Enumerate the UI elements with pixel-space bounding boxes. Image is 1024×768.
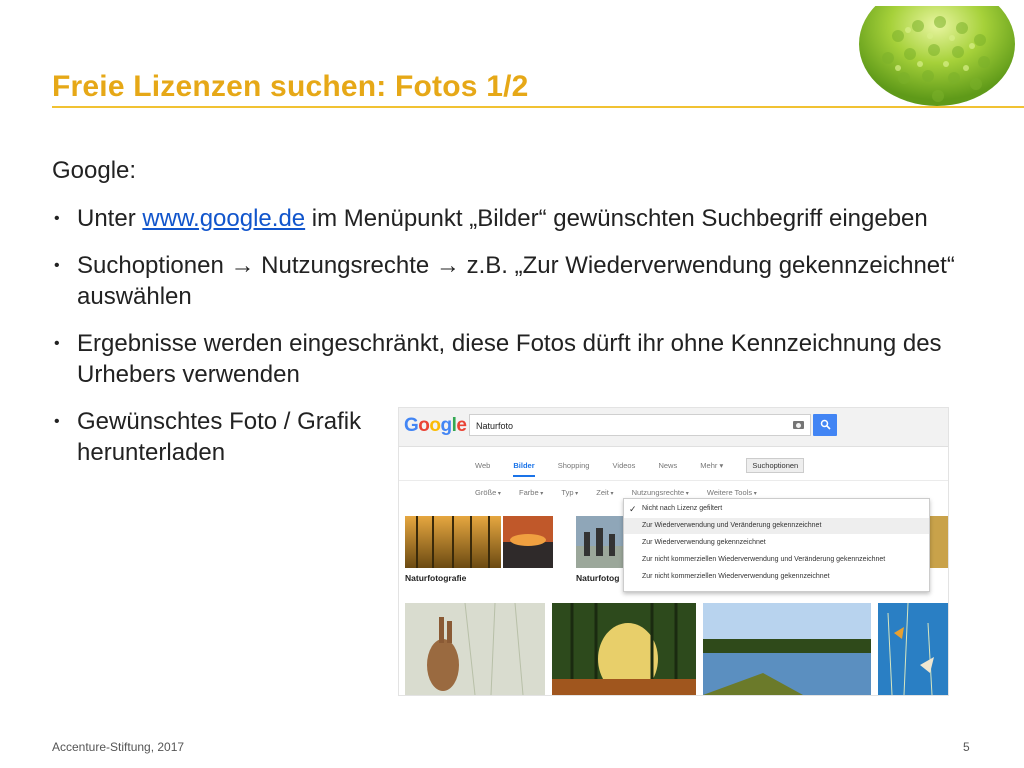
search-icon <box>820 419 831 430</box>
google-tabs: Web Bilder Shopping Videos News Mehr ▾ S… <box>475 458 825 477</box>
bullet-4: • Gewünschtes Foto / Grafik herunterlade… <box>52 406 377 468</box>
tool-more[interactable]: Weitere Tools <box>707 488 757 497</box>
image-tile-forest[interactable] <box>552 603 696 695</box>
logo-letter: o <box>418 415 430 436</box>
image-tile-forest-sunset[interactable] <box>405 516 553 568</box>
tile-label: Naturfotografie <box>405 573 467 583</box>
tab-mehr[interactable]: Mehr ▾ <box>700 461 723 470</box>
image-tile-lake[interactable] <box>703 603 871 695</box>
tab-mehr-label: Mehr <box>700 461 718 470</box>
menu-item-label: Zur Wiederverwendung und Veränderung gek… <box>642 522 822 529</box>
bullet-dot: • <box>54 257 60 274</box>
flower-image <box>859 6 1015 106</box>
bullet-2: • Suchoptionen → Nutzungsrechte → z.B. „… <box>52 250 972 312</box>
google-link[interactable]: www.google.de <box>142 205 305 232</box>
logo-letter: g <box>440 415 453 436</box>
image-tile-hare[interactable] <box>405 603 545 695</box>
bullet-1: • Unter www.google.de im Menüpunkt „Bild… <box>52 203 972 234</box>
image-tile-partial[interactable] <box>927 516 948 568</box>
tool-color[interactable]: Farbe <box>519 488 543 497</box>
camera-icon[interactable] <box>793 421 804 429</box>
logo-letter: G <box>404 415 419 436</box>
tool-usage-rights[interactable]: Nutzungsrechte <box>632 488 689 497</box>
logo-letter: e <box>456 415 467 436</box>
bullet-dot: • <box>54 335 60 352</box>
bullet-1-pre: Unter <box>77 205 143 232</box>
bullet-3-text: Ergebnisse werden eingeschränkt, diese F… <box>77 330 942 388</box>
bullet-3: • Ergebnisse werden eingeschränkt, diese… <box>52 328 972 390</box>
slide-title: Freie Lizenzen suchen: Fotos 1/2 <box>52 70 529 103</box>
bullet-1-post: im Menüpunkt „Bilder“ gewünschten Suchbe… <box>305 205 928 232</box>
check-icon: ✓ <box>629 504 637 514</box>
menu-item-reuse[interactable]: Zur Wiederverwendung gekennzeichnet <box>624 535 929 551</box>
menu-item-label: Zur nicht kommerziellen Wiederverwendung… <box>642 556 886 563</box>
search-tools-bar: Größe Farbe Typ Zeit Nutzungsrechte Weit… <box>475 488 773 497</box>
bullet-4-text: Gewünschtes Foto / Grafik herunterladen <box>77 408 362 466</box>
menu-item-label: Zur Wiederverwendung gekennzeichnet <box>642 539 766 546</box>
bullet-dot: • <box>54 413 60 430</box>
google-header: Google Naturfoto <box>399 408 948 447</box>
bullet-2-part-a: Suchoptionen <box>77 252 231 279</box>
footer-credit: Accenture-Stiftung, 2017 <box>52 740 185 754</box>
tab-web[interactable]: Web <box>475 461 490 470</box>
right-arrow-icon: → <box>435 252 460 279</box>
usage-rights-dropdown: ✓ Nicht nach Lizenz gefiltert Zur Wiederv… <box>623 498 930 592</box>
search-options-button[interactable]: Suchoptionen <box>746 458 805 473</box>
right-arrow-icon: → <box>230 252 255 279</box>
menu-item-reuse-modify[interactable]: Zur Wiederverwendung und Veränderung gek… <box>624 518 929 534</box>
image-tile-photographers[interactable] <box>576 516 626 568</box>
menu-item-noncommercial-reuse[interactable]: Zur nicht kommerziellen Wiederverwendung… <box>624 569 929 585</box>
logo-letter: o <box>429 415 441 436</box>
menu-item-label: Nicht nach Lizenz gefiltert <box>642 505 723 512</box>
menu-item-label: Zur nicht kommerziellen Wiederverwendung… <box>642 573 830 580</box>
tool-time[interactable]: Zeit <box>596 488 613 497</box>
title-underline <box>52 106 1024 108</box>
tab-videos[interactable]: Videos <box>613 461 636 470</box>
search-input[interactable]: Naturfoto <box>469 414 811 436</box>
google-screenshot: Google Naturfoto Web Bilder Shopping Vid… <box>398 407 949 696</box>
image-tile-butterfly[interactable] <box>878 603 948 695</box>
google-logo[interactable]: Google <box>404 415 467 437</box>
divider <box>399 480 948 481</box>
tool-type[interactable]: Typ <box>561 488 578 497</box>
bullet-dot: • <box>54 210 60 227</box>
tile-label: Naturfotog <box>576 573 620 583</box>
menu-item-noncommercial-reuse-modify[interactable]: Zur nicht kommerziellen Wiederverwendung… <box>624 552 929 568</box>
intro-text: Google: <box>52 157 137 184</box>
page-number: 5 <box>963 740 970 754</box>
tab-bilder[interactable]: Bilder <box>513 461 535 477</box>
tool-size[interactable]: Größe <box>475 488 501 497</box>
menu-item-no-filter[interactable]: ✓ Nicht nach Lizenz gefiltert <box>624 501 929 517</box>
bullet-2-part-b: Nutzungsrechte <box>254 252 436 279</box>
tab-news[interactable]: News <box>658 461 677 470</box>
tab-shopping[interactable]: Shopping <box>558 461 590 470</box>
search-button[interactable] <box>813 414 837 436</box>
